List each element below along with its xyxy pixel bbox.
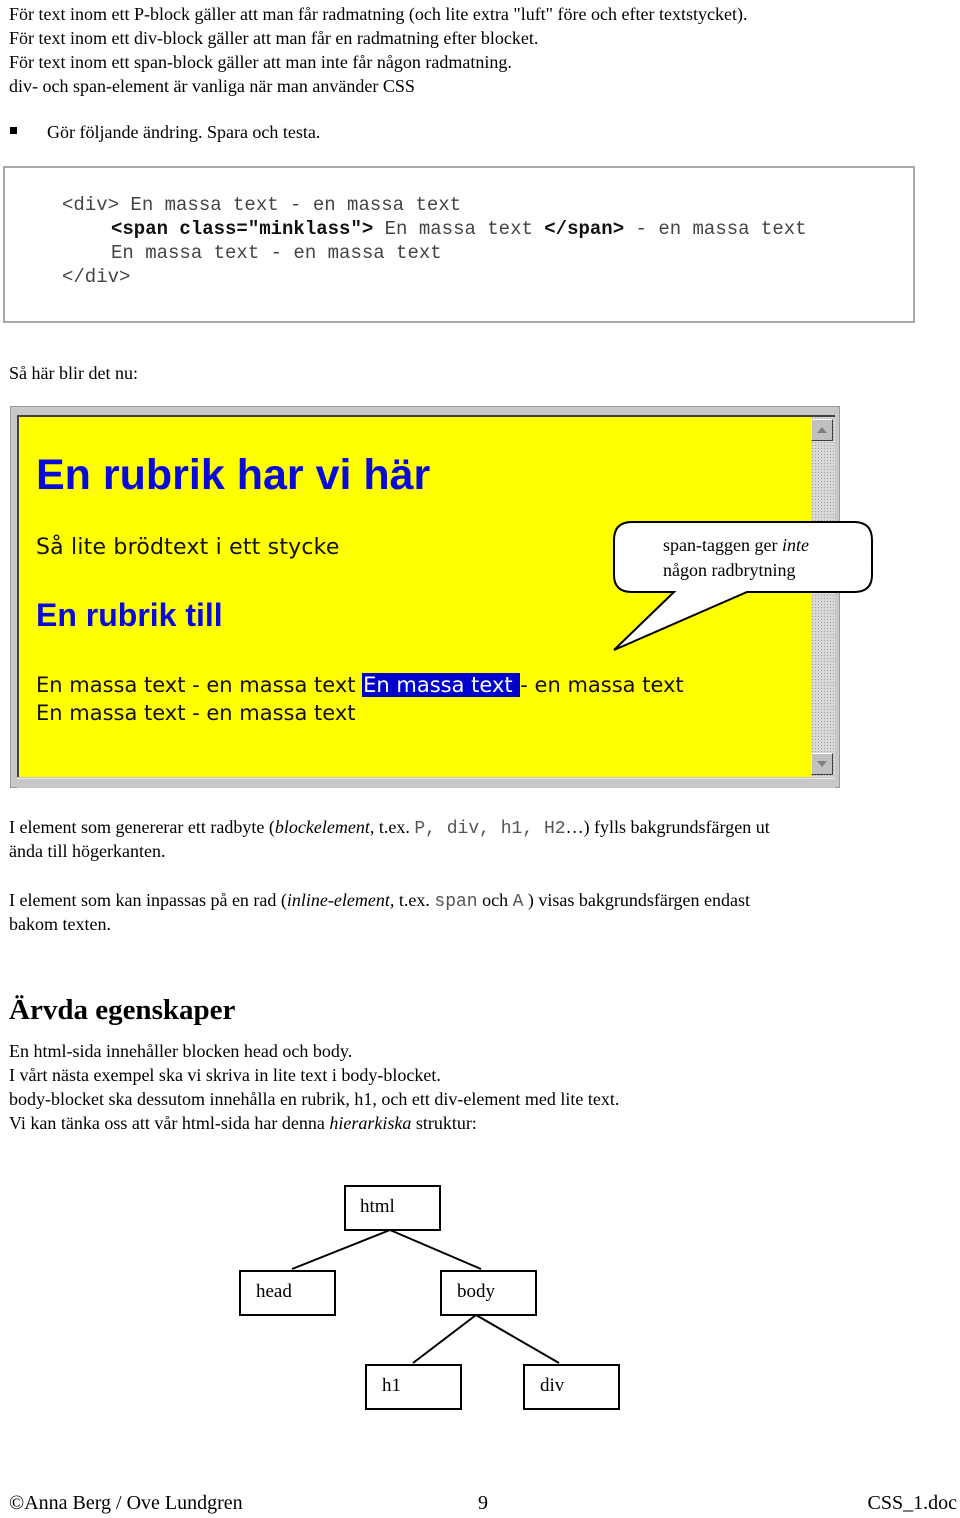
node-html-label: html: [360, 1196, 395, 1217]
footer-page-number: 9: [478, 1492, 488, 1514]
explain-inline-line-2: bakom texten.: [9, 914, 111, 934]
node-head-label: head: [256, 1281, 292, 1302]
rendered-div-text-before: En massa text - en massa text: [36, 673, 363, 697]
callout-text-line-2: någon radbrytning: [663, 560, 796, 580]
footer-filename: CSS_1.doc: [867, 1492, 957, 1514]
code-example-box: <div> En massa text - en massa text <spa…: [3, 166, 915, 323]
explain-block-text-c: …) fylls bakgrundsfärgen ut: [565, 817, 770, 837]
explain-block-line-1: I element som genererar ett radbyte (blo…: [9, 815, 770, 841]
node-body-label: body: [457, 1281, 495, 1302]
explain-inline-code-a: A: [512, 892, 524, 912]
section-line-4-a: Vi kan tänka oss att vår html-sida har d…: [9, 1113, 330, 1133]
callout-text-em: inte: [781, 535, 809, 555]
edge-body-div: [475, 1314, 560, 1364]
node-div: [523, 1364, 620, 1410]
code-span-open-tag: <span class="minklass">: [111, 218, 374, 240]
intro-line-2: För text inom ett div-block gäller att m…: [9, 28, 539, 48]
explain-inline-text-b: t.ex.: [394, 890, 435, 910]
explain-block-code: P, div, h1, H2: [414, 819, 566, 839]
callout-text-a: span-taggen ger: [663, 535, 782, 555]
rendered-div: En massa text - en massa text En massa t…: [36, 671, 684, 727]
rendered-h1: En rubrik har vi här: [36, 451, 431, 499]
code-line-3: En massa text - en massa text: [111, 242, 442, 264]
explain-inline-text-c: och: [477, 890, 513, 910]
status-bar: [17, 778, 835, 788]
explain-inline-code-span: span: [434, 892, 478, 912]
rendered-div-line-2: En massa text - en massa text: [36, 701, 356, 725]
section-line-4-em: hierarkiska: [329, 1113, 412, 1133]
edge-html-head: [291, 1229, 391, 1270]
code-line-2-tail: - en massa text: [624, 218, 807, 240]
edge-html-body: [389, 1229, 482, 1270]
code-line-1: <div> En massa text - en massa text: [62, 194, 462, 216]
node-div-label: div: [540, 1375, 565, 1396]
explain-inline-em: inline-element,: [286, 890, 395, 910]
edge-body-h1: [412, 1314, 477, 1364]
arrow-down-icon: [817, 761, 827, 767]
explain-block-text-b: , t.ex.: [369, 817, 415, 837]
explain-inline-text-d: ) visas bakgrundsfärgen endast: [523, 890, 751, 910]
intro-line-4: div- och span-element är vanliga när man…: [9, 76, 415, 96]
rendered-div-text-after: - en massa text: [520, 673, 684, 697]
explain-block-text-a: I element som genererar ett radbyte (: [9, 817, 275, 837]
section-line-1: En html-sida innehåller blocken head och…: [9, 1041, 353, 1061]
node-h1: [365, 1364, 462, 1410]
footer-author: ©Anna Berg / Ove Lundgren: [9, 1492, 243, 1514]
section-line-3: body-blocket ska dessutom innehålla en r…: [9, 1089, 620, 1109]
bullet-icon: [10, 127, 17, 134]
explain-block-line-2: ända till högerkanten.: [9, 841, 166, 861]
explain-inline-text-a: I element som kan inpassas på en rad (: [9, 890, 287, 910]
section-line-4-b: struktur:: [411, 1113, 477, 1133]
intro-line-3: För text inom ett span-block gäller att …: [9, 52, 512, 72]
scroll-up-button[interactable]: [811, 419, 833, 441]
rendered-paragraph: Så lite brödtext i ett stycke: [36, 535, 340, 560]
result-label: Så här blir det nu:: [9, 363, 138, 383]
rendered-h2: En rubrik till: [36, 597, 223, 633]
explain-inline-line-1: I element som kan inpassas på en rad (in…: [9, 888, 750, 914]
code-line-2: <span class="minklass"> En massa text </…: [111, 217, 807, 241]
callout-text: span-taggen ger inte någon radbrytning: [663, 533, 809, 583]
intro-line-1: För text inom ett P-block gäller att man…: [9, 4, 748, 24]
instruction-text: Gör följande ändring. Spara och testa.: [47, 122, 321, 142]
node-h1-label: h1: [382, 1375, 401, 1396]
code-span-close-tag: </span>: [544, 218, 625, 240]
code-line-4: </div>: [62, 266, 131, 288]
scroll-down-button[interactable]: [811, 753, 833, 775]
code-span-content: En massa text: [373, 218, 545, 240]
section-line-4: Vi kan tänka oss att vår html-sida har d…: [9, 1111, 477, 1135]
section-heading: Ärvda egenskaper: [9, 994, 236, 1026]
explain-block-em: blockelement: [274, 817, 370, 837]
arrow-up-icon: [817, 427, 827, 433]
section-line-2: I vårt nästa exempel ska vi skriva in li…: [9, 1065, 441, 1085]
rendered-span-highlight: En massa text: [362, 673, 521, 697]
